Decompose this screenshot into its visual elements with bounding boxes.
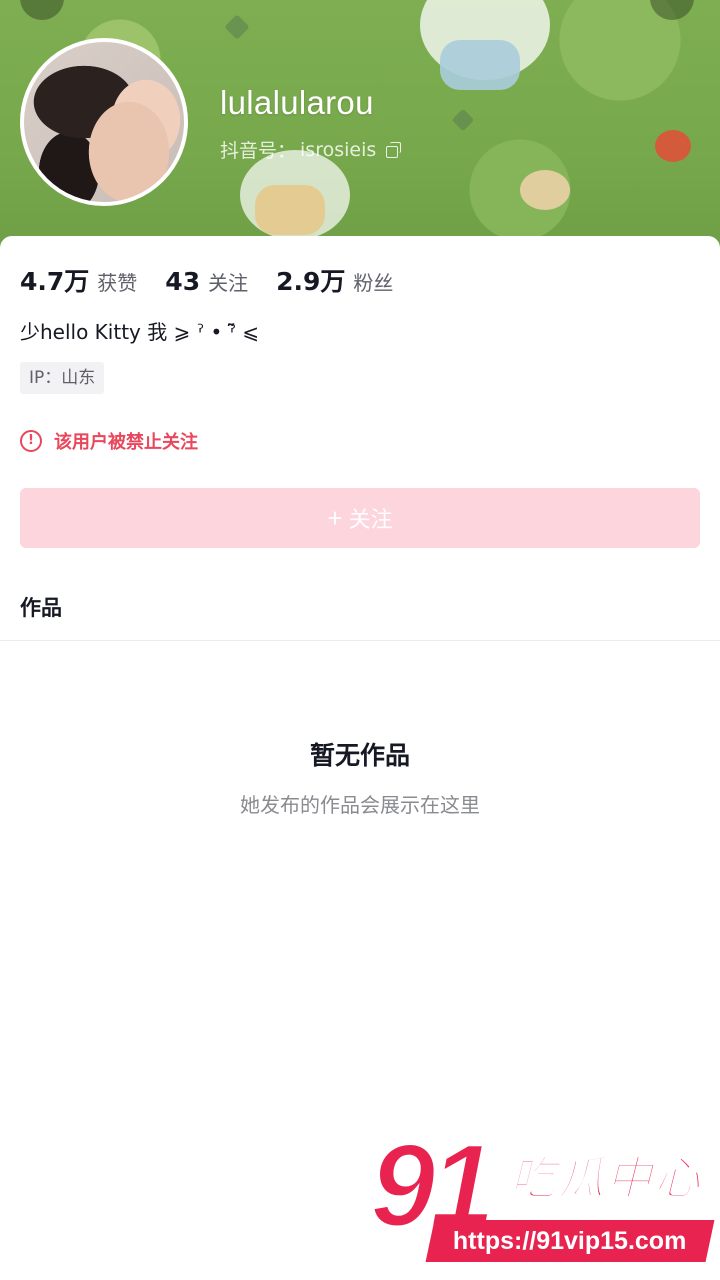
watermark-url-banner: https://91vip15.com [425,1220,715,1262]
apple-decoration [655,130,691,162]
star-decoration [451,108,475,132]
follow-button[interactable]: + 关注 [20,488,700,548]
bio-text: 少hello Kitty 我 ⩾ ˀ • ˀ̃̈ ⩽ [20,320,260,344]
stat-value: 43 [165,267,201,296]
avatar[interactable] [20,38,188,206]
copy-icon[interactable] [386,141,402,158]
star-decoration [224,14,250,40]
plus-icon: + [327,502,343,533]
stat-value: 4.7万 [20,267,90,296]
stat-label: 获赞 [97,271,138,295]
stat-label: 粉丝 [353,271,394,295]
banned-notice: ! 该用户被禁止关注 [20,428,198,454]
watermark-url: https://91vip15.com [453,1226,687,1255]
watermark-logo: 91 吃瓜中心 https://91vip15.com [368,1119,715,1268]
douyin-id-label: 抖音号： [220,140,297,162]
stat-label: 关注 [208,271,249,295]
douyin-id[interactable]: 抖音号： isrosieis [220,136,402,163]
douyin-id-value: isrosieis [300,138,377,161]
stats-row: 4.7万 获赞 43 关注 2.9万 粉丝 [20,262,421,298]
stat-likes[interactable]: 4.7万 获赞 [20,262,137,298]
banner-decoration [440,40,520,90]
username: lulalularou [220,84,374,121]
watermark-name: 吃瓜中心 [509,1150,702,1206]
stat-value: 2.9万 [276,267,346,296]
ip-location-tag: IP：山东 [20,362,105,394]
flower-decoration [520,170,570,210]
stat-following[interactable]: 43 关注 [165,267,248,296]
empty-state-title: 暂无作品 [309,741,410,770]
empty-state-subtitle: 她发布的作品会展示在这里 [240,793,480,817]
more-button-shadow [650,0,694,20]
tab-works[interactable]: 作品 [20,592,62,622]
divider [0,640,720,641]
banner-decoration [255,185,325,235]
follow-button-label: 关注 [348,507,393,532]
warning-icon: ! [20,430,42,452]
stat-followers[interactable]: 2.9万 粉丝 [276,262,393,298]
profile-card: 4.7万 获赞 43 关注 2.9万 粉丝 少hello Kitty 我 ⩾ ˀ… [0,236,720,1280]
banned-notice-text: 该用户被禁止关注 [54,432,198,453]
profile-banner: lulalularou 抖音号： isrosieis [0,0,720,252]
back-button-shadow [20,0,64,20]
